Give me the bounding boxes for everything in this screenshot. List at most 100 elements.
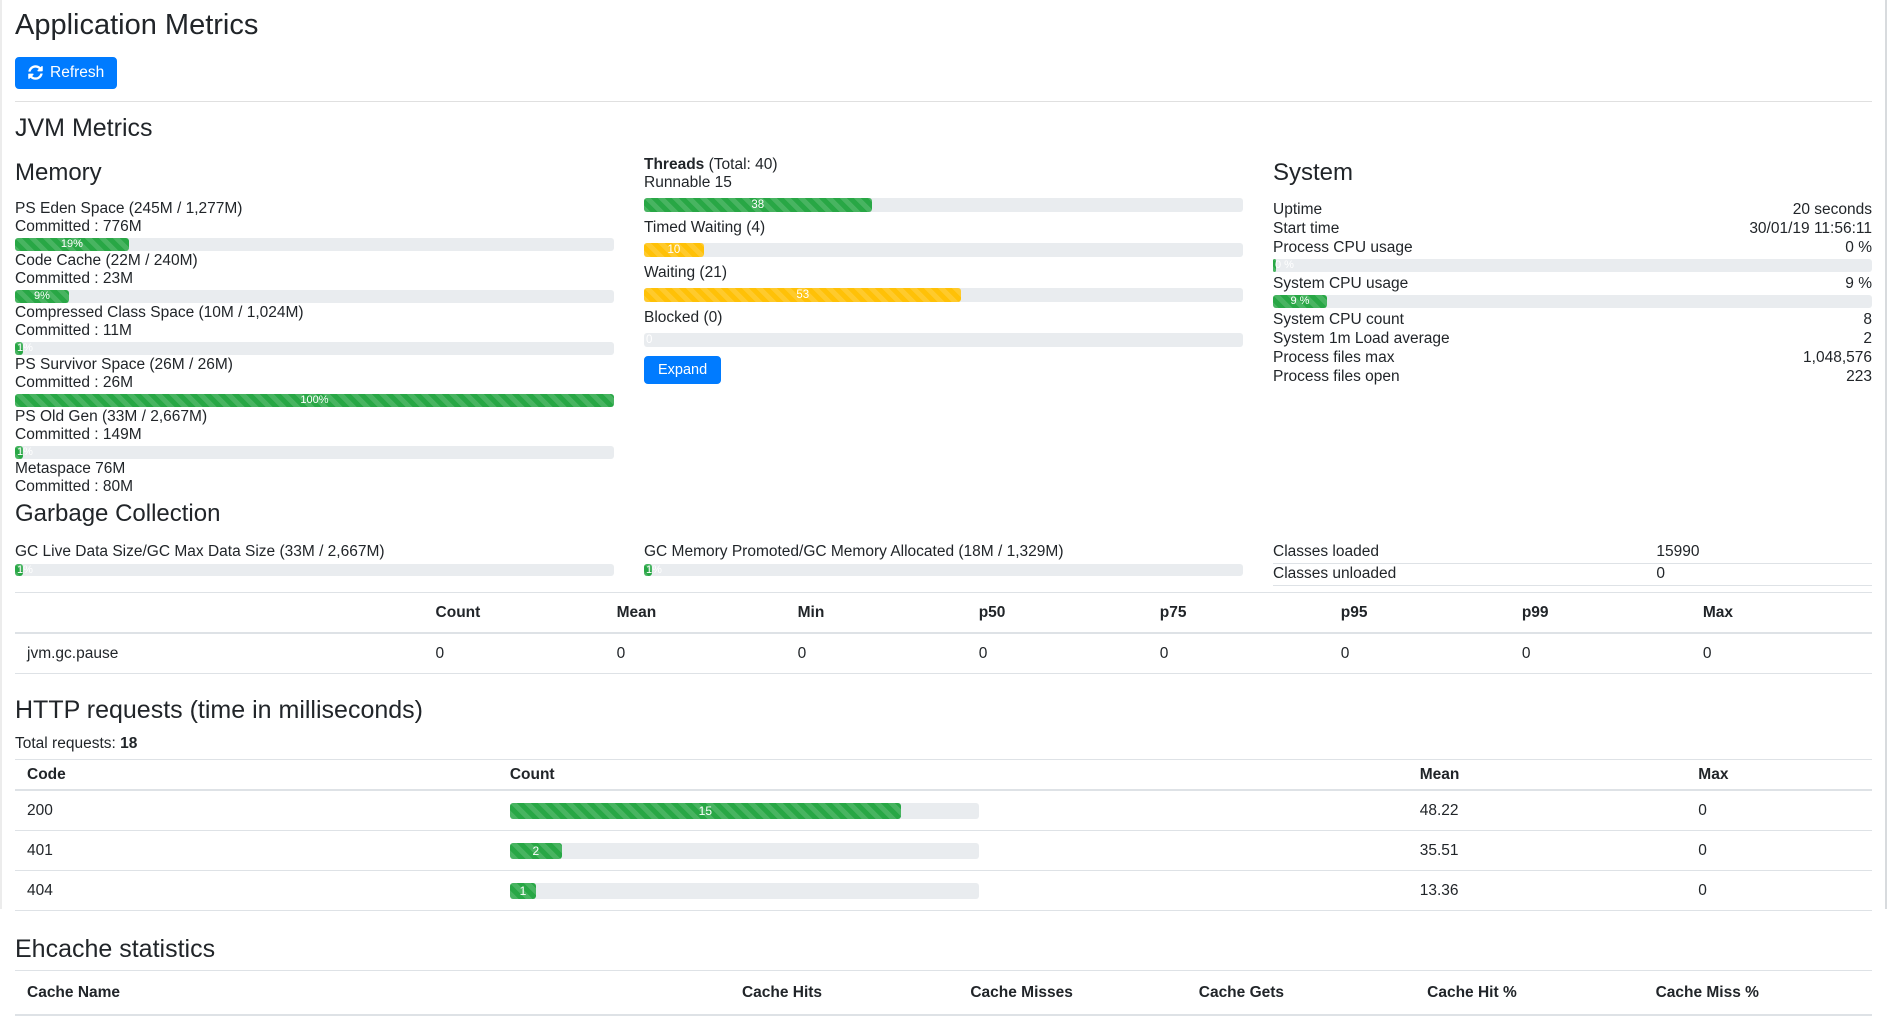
- system-row-label: Start time: [1273, 219, 1339, 238]
- table-header-row: Cache Name Cache Hits Cache Misses Cache…: [15, 971, 1872, 1016]
- http-count-cell: 2: [498, 831, 1408, 871]
- http-mean: 35.51: [1408, 831, 1687, 871]
- thread-progressbar: 38: [644, 198, 1243, 212]
- col-header-cache-miss-pct: Cache Miss %: [1644, 971, 1872, 1016]
- progress-value: 15: [699, 803, 712, 819]
- memory-entry-committed: Committed : 23M: [15, 270, 614, 288]
- memory-entry: PS Survivor Space (26M / 26M) Committed …: [15, 356, 614, 407]
- progress-value: 2: [533, 843, 540, 859]
- thread-state-label: Timed Waiting (4): [644, 219, 1243, 237]
- http-code: 200: [15, 790, 498, 831]
- http-requests-heading: HTTP requests (time in milliseconds): [15, 696, 1872, 725]
- ehcache-statistics-table: Cache Name Cache Hits Cache Misses Cache…: [15, 970, 1872, 1016]
- system-row: System CPU count 8: [1273, 310, 1872, 329]
- total-requests: Total requests: 18: [15, 734, 1872, 753]
- thread-state-label: Blocked (0): [644, 309, 1243, 327]
- system-row-label: System CPU usage: [1273, 274, 1408, 293]
- col-header-count: Count: [424, 592, 605, 633]
- refresh-button-label: Refresh: [50, 64, 104, 82]
- threads-title-bold: Threads: [644, 156, 704, 173]
- memory-progressbar: 1%: [15, 446, 614, 459]
- col-header-p75: p75: [1148, 592, 1329, 633]
- metric-min: 0: [786, 633, 967, 674]
- system-row: Uptime 20 seconds: [1273, 200, 1872, 219]
- http-mean: 48.22: [1408, 790, 1687, 831]
- memory-entry-committed: Committed : 11M: [15, 322, 614, 340]
- table-row: Classes unloaded 0: [1273, 563, 1872, 585]
- col-header-mean: Mean: [605, 592, 786, 633]
- col-header-cache-name: Cache Name: [15, 971, 730, 1016]
- memory-entry-label: PS Survivor Space (26M / 26M): [15, 356, 614, 374]
- thread-progressbar: 53: [644, 288, 1243, 302]
- memory-entry-committed: Committed : 26M: [15, 374, 614, 392]
- system-row-label: Process files max: [1273, 348, 1394, 367]
- col-header-name: [15, 592, 424, 633]
- thread-state-label: Runnable 15: [644, 174, 1243, 192]
- col-header-max: Max: [1691, 592, 1872, 633]
- classes-table: Classes loaded 15990 Classes unloaded 0: [1273, 542, 1872, 586]
- gc-progressbar: 1%: [15, 564, 614, 576]
- system-row-label: System CPU count: [1273, 310, 1404, 329]
- http-max: 0: [1686, 790, 1872, 831]
- gc-bar-label: GC Memory Promoted/GC Memory Allocated (…: [644, 542, 1243, 561]
- memory-entry-committed: Committed : 80M: [15, 478, 614, 496]
- jvm-metrics-heading: JVM Metrics: [15, 114, 1872, 143]
- http-requests-table: Code Count Mean Max 200 15 48.22 0 401: [15, 759, 1872, 911]
- table-row: Classes loaded 15990: [1273, 542, 1872, 564]
- gc-memory-promoted-column: GC Memory Promoted/GC Memory Allocated (…: [644, 542, 1243, 586]
- system-row-label: Uptime: [1273, 200, 1322, 219]
- system-row-label: Process files open: [1273, 367, 1400, 386]
- col-header-cache-gets: Cache Gets: [1187, 971, 1415, 1016]
- progress-value: 9 %: [1290, 295, 1309, 308]
- thread-progressbar: 0: [644, 333, 1243, 347]
- gc-pause-table: Count Mean Min p50 p75 p95 p99 Max jvm.g…: [15, 592, 1872, 674]
- system-row: System CPU usage 9 %: [1273, 274, 1872, 293]
- http-max: 0: [1686, 871, 1872, 911]
- refresh-button[interactable]: Refresh: [15, 57, 117, 89]
- http-code: 401: [15, 831, 498, 871]
- memory-progressbar: 19%: [15, 238, 614, 251]
- metric-mean: 0: [605, 633, 786, 674]
- gc-live-data-column: GC Live Data Size/GC Max Data Size (33M …: [15, 542, 614, 586]
- metric-p50: 0: [967, 633, 1148, 674]
- metric-p99: 0: [1510, 633, 1691, 674]
- system-row-value: 223: [1846, 367, 1872, 386]
- http-max: 0: [1686, 831, 1872, 871]
- system-row: Process files open 223: [1273, 367, 1872, 386]
- col-header-cache-hit-pct: Cache Hit %: [1415, 971, 1643, 1016]
- metric-name: jvm.gc.pause: [15, 633, 424, 674]
- col-header-min: Min: [786, 592, 967, 633]
- memory-entry-label: Compressed Class Space (10M / 1,024M): [15, 304, 614, 322]
- memory-column: Memory PS Eden Space (245M / 1,277M) Com…: [15, 155, 614, 497]
- memory-entry-label: Code Cache (22M / 240M): [15, 252, 614, 270]
- memory-heading: Memory: [15, 159, 614, 187]
- system-row-value: 2: [1863, 329, 1872, 348]
- ehcache-statistics-heading: Ehcache statistics: [15, 935, 1872, 964]
- threads-total: (Total: 40): [704, 156, 777, 173]
- garbage-collection-heading: Garbage Collection: [15, 500, 1872, 528]
- metric-p95: 0: [1329, 633, 1510, 674]
- thread-progressbar: 10: [644, 243, 1243, 257]
- memory-entry-label: PS Old Gen (33M / 2,667M): [15, 408, 614, 426]
- progress-value: 100%: [300, 394, 328, 407]
- system-row-value: 1,048,576: [1803, 348, 1872, 367]
- memory-progressbar: 100%: [15, 394, 614, 407]
- thread-entry: Waiting (21) 53: [644, 264, 1243, 302]
- table-row: 404 1 13.36 0: [15, 871, 1872, 911]
- system-column: System Uptime 20 seconds Start time 30/0…: [1273, 155, 1872, 497]
- progress-value: 1%: [17, 446, 33, 459]
- page-title: Application Metrics: [15, 8, 1872, 43]
- system-row: Process files max 1,048,576: [1273, 348, 1872, 367]
- classes-unloaded-label: Classes unloaded: [1273, 563, 1656, 585]
- system-row-label: Process CPU usage: [1273, 238, 1413, 257]
- metric-p75: 0: [1148, 633, 1329, 674]
- expand-button[interactable]: Expand: [644, 356, 721, 384]
- thread-entry: Timed Waiting (4) 10: [644, 219, 1243, 257]
- total-requests-value: 18: [120, 735, 137, 752]
- system-heading: System: [1273, 159, 1872, 187]
- progress-value: 9%: [34, 290, 50, 303]
- progress-value: 1%: [17, 564, 33, 576]
- table-header-row: Code Count Mean Max: [15, 760, 1872, 791]
- threads-column: Threads (Total: 40) Runnable 15 38 Timed…: [644, 155, 1243, 497]
- http-count-cell: 15: [498, 790, 1408, 831]
